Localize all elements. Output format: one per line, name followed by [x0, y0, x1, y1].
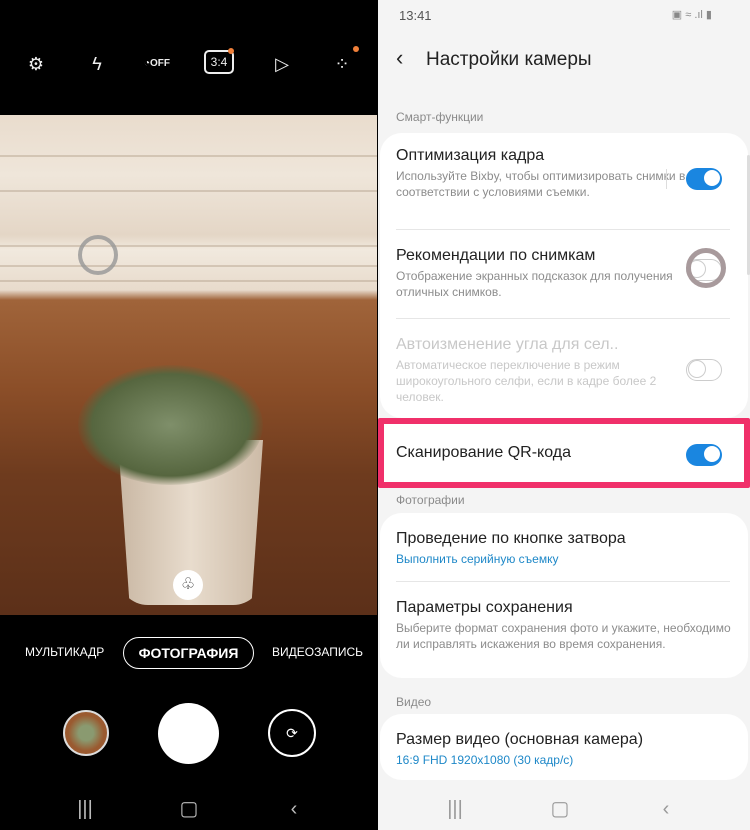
setting-qr-scan[interactable]: Сканирование QR-кода — [396, 444, 696, 462]
auto-wide-selfie-toggle — [686, 359, 722, 381]
recent-apps-icon[interactable]: ||| — [435, 795, 475, 823]
camera-viewfinder[interactable]: ♧ ♧ ♧ — [0, 115, 377, 615]
recent-apps-icon[interactable]: ||| — [65, 795, 105, 823]
camera-settings: 13:41 ▣ ≈ .ıl ▮ ‹ Настройки камеры Смарт-… — [378, 0, 750, 830]
flash-off-icon[interactable]: ϟ — [82, 50, 112, 78]
page-title: Настройки камеры — [426, 49, 592, 70]
shutter-button[interactable] — [158, 703, 219, 764]
back-arrow-icon[interactable]: ‹ — [396, 45, 426, 71]
header: ‹ Настройки камеры — [396, 45, 592, 71]
settings-gear-icon[interactable]: ⚙ — [21, 50, 51, 78]
mode-selector: МУЛЬТИКАДР ФОТОГРАФИЯ ВИДЕОЗАПИСЬ — [0, 637, 377, 669]
home-icon[interactable]: ▢ — [169, 795, 209, 823]
notification-dot — [353, 46, 359, 52]
back-icon[interactable]: ‹ — [274, 795, 314, 823]
aspect-ratio-icon[interactable]: 3:4 — [204, 48, 234, 74]
setting-shutter-swipe[interactable]: Проведение по кнопке затвора Выполнить се… — [396, 530, 696, 566]
status-icons: ▣ ≈ .ıl ▮ — [671, 9, 712, 21]
mode-video[interactable]: ВИДЕОЗАПИСЬ — [272, 637, 363, 667]
focus-ring — [78, 235, 118, 275]
camera-app: ⚙ ϟ ◔OFF 3:4 ▷ ⁘ ♧ ♧ ♧ МУЛЬТИКАДР ФОТОГР… — [0, 0, 377, 830]
switch-camera-icon[interactable]: ⟳ — [268, 709, 316, 757]
filter-effects-icon[interactable]: ⁘ — [327, 46, 359, 78]
status-time: 13:41 — [399, 8, 432, 23]
motion-photo-icon[interactable]: ▷ — [267, 50, 297, 78]
notification-dot — [228, 48, 234, 54]
section-photos: Фотографии — [396, 493, 465, 507]
section-smart: Смарт-функции — [396, 110, 484, 124]
setting-frame-optimization[interactable]: Оптимизация кадра Используйте Bixby, чтоб… — [396, 147, 696, 200]
mode-multiframe[interactable]: МУЛЬТИКАДР — [25, 637, 104, 667]
plant-leaves — [78, 365, 263, 485]
photos-card: Проведение по кнопке затвора Выполнить се… — [380, 513, 748, 678]
filter-option-selected-icon[interactable]: ♧ — [173, 570, 203, 600]
qr-scan-toggle[interactable] — [686, 444, 722, 466]
section-video: Видео — [396, 695, 432, 709]
gallery-thumbnail[interactable] — [63, 710, 109, 756]
video-card: Размер видео (основная камера) 16:9 FHD 1… — [380, 714, 748, 780]
frame-optimization-toggle[interactable] — [686, 168, 722, 190]
setting-video-size[interactable]: Размер видео (основная камера) 16:9 FHD 1… — [396, 731, 736, 767]
touch-indicator — [686, 248, 726, 288]
mode-photo[interactable]: ФОТОГРАФИЯ — [123, 637, 254, 669]
qr-scan-highlight: Сканирование QR-кода — [378, 418, 750, 488]
timer-off-icon[interactable]: ◔OFF — [142, 50, 172, 78]
setting-save-options[interactable]: Параметры сохранения Выберите формат сохр… — [396, 599, 736, 652]
setting-shot-suggestions[interactable]: Рекомендации по снимкам Отображение экран… — [396, 247, 696, 300]
home-icon[interactable]: ▢ — [540, 795, 580, 823]
back-icon[interactable]: ‹ — [646, 795, 686, 823]
setting-auto-wide-selfie: Автоизменение угла для сел.. Автоматическ… — [396, 336, 657, 404]
